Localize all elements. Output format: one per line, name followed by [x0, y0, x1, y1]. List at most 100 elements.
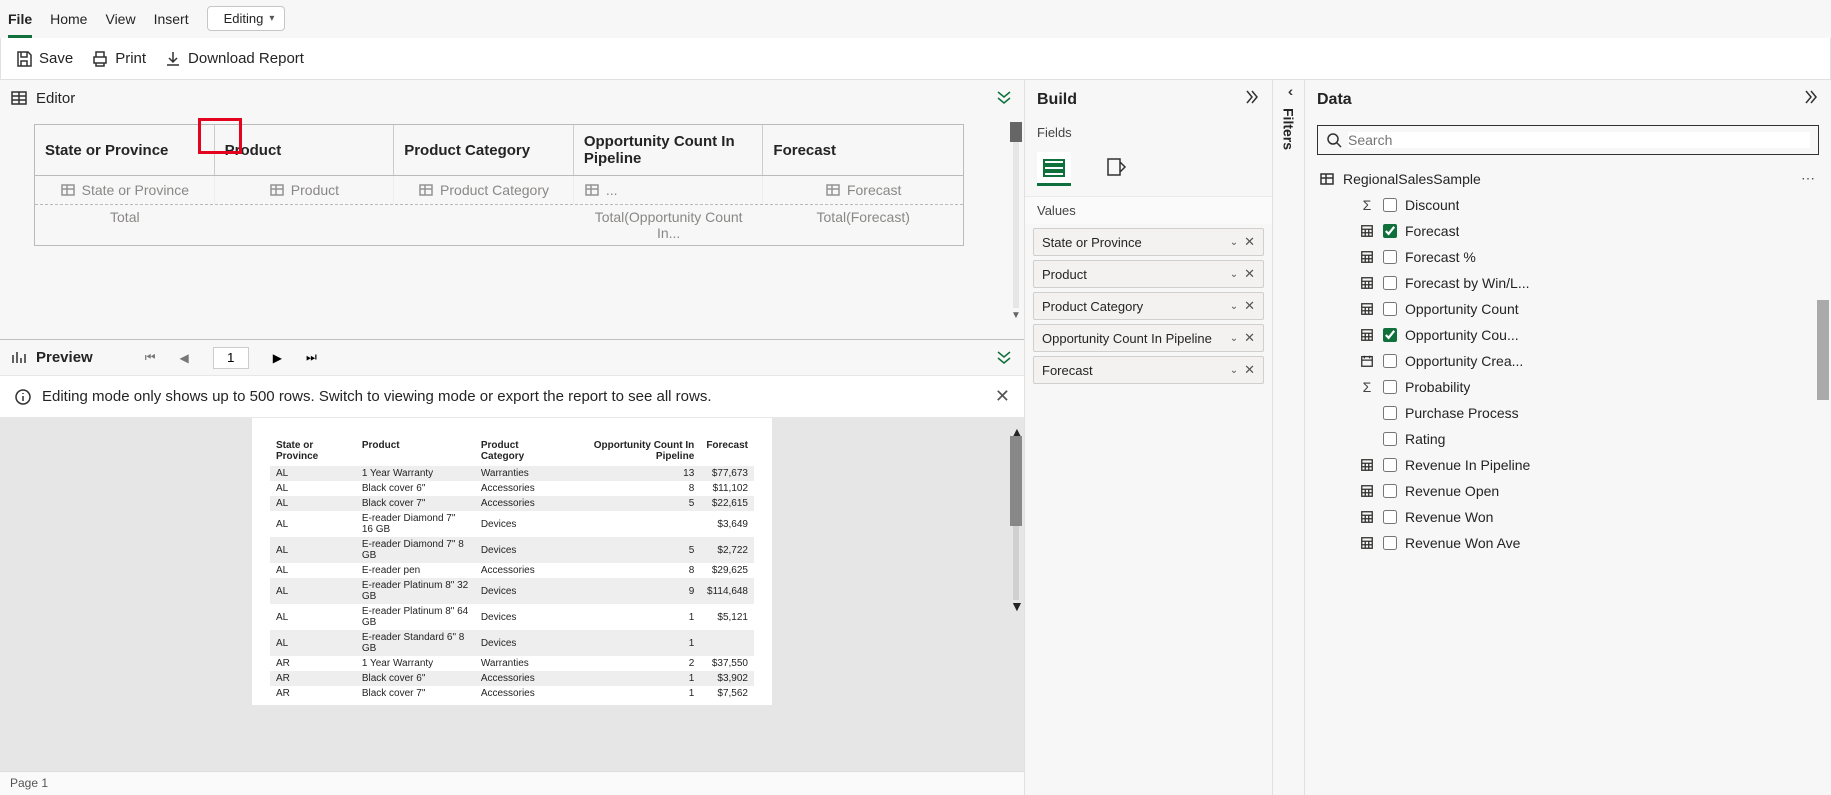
data-field-row[interactable]: Purchase Process	[1313, 400, 1823, 426]
field-label: Purchase Process	[1405, 405, 1519, 421]
search-input[interactable]	[1348, 132, 1810, 148]
field-checkbox[interactable]	[1383, 328, 1397, 342]
scroll-down-icon[interactable]: ▼	[1010, 598, 1024, 614]
preview-col-header: State or Province	[270, 436, 356, 466]
save-label: Save	[39, 50, 73, 67]
data-field-row[interactable]: Revenue In Pipeline	[1313, 452, 1823, 478]
field-checkbox[interactable]	[1383, 250, 1397, 264]
field-placeholder[interactable]: ...	[574, 176, 764, 204]
data-field-row[interactable]: Forecast by Win/L...	[1313, 270, 1823, 296]
remove-pill-button[interactable]: ✕	[1244, 298, 1255, 314]
tab-view[interactable]: View	[105, 0, 135, 38]
editor-scrollbar[interactable]: ▲ ▼	[1010, 122, 1022, 322]
field-placeholder[interactable]: Forecast	[763, 176, 963, 204]
data-field-row[interactable]: Forecast %	[1313, 244, 1823, 270]
tab-home[interactable]: Home	[50, 0, 87, 38]
field-checkbox[interactable]	[1383, 406, 1397, 420]
build-table-view-button[interactable]	[1037, 152, 1071, 186]
value-pill[interactable]: Product Category⌄✕	[1033, 292, 1264, 320]
field-checkbox[interactable]	[1383, 458, 1397, 472]
info-close-button[interactable]: ✕	[995, 386, 1010, 407]
chevron-down-icon[interactable]: ⌄	[1230, 333, 1238, 344]
chevron-down-icon[interactable]: ⌄	[1230, 301, 1238, 312]
tab-file[interactable]: File	[8, 0, 32, 38]
scroll-thumb[interactable]	[1010, 436, 1022, 526]
collapse-preview-button[interactable]	[994, 346, 1014, 369]
data-field-row[interactable]: ΣDiscount	[1313, 192, 1823, 218]
value-pill[interactable]: Forecast⌄✕	[1033, 356, 1264, 384]
col-header-state[interactable]: State or Province	[35, 125, 215, 175]
collapse-build-button[interactable]	[1242, 88, 1260, 111]
scroll-thumb[interactable]	[1010, 122, 1022, 142]
scroll-down-icon[interactable]: ▼	[1010, 310, 1022, 322]
field-checkbox[interactable]	[1383, 536, 1397, 550]
field-checkbox[interactable]	[1383, 432, 1397, 446]
value-pill[interactable]: Opportunity Count In Pipeline⌄✕	[1033, 324, 1264, 352]
col-header-product[interactable]: Product	[215, 125, 395, 175]
field-checkbox[interactable]	[1383, 484, 1397, 498]
data-field-row[interactable]: Revenue Open	[1313, 478, 1823, 504]
col-header-forecast[interactable]: Forecast	[763, 125, 963, 175]
remove-pill-button[interactable]: ✕	[1244, 266, 1255, 282]
data-scrollbar[interactable]	[1817, 150, 1829, 580]
dataset-more-button[interactable]: ⋯	[1801, 170, 1817, 187]
value-pill[interactable]: Product⌄✕	[1033, 260, 1264, 288]
data-field-row[interactable]: Rating	[1313, 426, 1823, 452]
pager-prev[interactable]: ◀	[180, 351, 189, 365]
field-checkbox[interactable]	[1383, 276, 1397, 290]
value-pill[interactable]: State or Province⌄✕	[1033, 228, 1264, 256]
calc-icon	[1359, 509, 1375, 525]
total-label: Total	[35, 205, 215, 245]
scroll-thumb[interactable]	[1817, 300, 1829, 400]
pager-page-input[interactable]	[213, 347, 249, 369]
pager-last[interactable]: ⏭	[306, 350, 317, 365]
field-label: Forecast	[1405, 223, 1459, 239]
data-field-row[interactable]: Opportunity Crea...	[1313, 348, 1823, 374]
data-field-row[interactable]: Opportunity Count	[1313, 296, 1823, 322]
preview-scrollbar[interactable]: ▲ ▼	[1010, 424, 1022, 614]
field-placeholder[interactable]: Product Category	[394, 176, 574, 204]
col-header-category[interactable]: Product Category	[394, 125, 574, 175]
field-checkbox[interactable]	[1383, 510, 1397, 524]
chevron-down-icon[interactable]: ⌄	[1230, 269, 1238, 280]
pager-first[interactable]: ⏮	[145, 350, 156, 365]
pager-next[interactable]: ▶	[273, 351, 282, 365]
field-checkbox[interactable]	[1383, 302, 1397, 316]
field-checkbox[interactable]	[1383, 354, 1397, 368]
data-field-row[interactable]: Revenue Won	[1313, 504, 1823, 530]
data-field-row[interactable]: Opportunity Cou...	[1313, 322, 1823, 348]
field-checkbox[interactable]	[1383, 198, 1397, 212]
chevron-down-icon[interactable]: ⌄	[1230, 237, 1238, 248]
data-field-row[interactable]: ΣProbability	[1313, 374, 1823, 400]
print-button[interactable]: Print	[91, 50, 146, 68]
data-panel: Data RegionalSalesSample ⋯ ΣDiscount Fore…	[1305, 80, 1831, 795]
field-placeholder[interactable]: State or Province	[35, 176, 215, 204]
collapse-data-button[interactable]	[1801, 88, 1819, 111]
remove-pill-button[interactable]: ✕	[1244, 362, 1255, 378]
download-report-button[interactable]: Download Report	[164, 50, 304, 68]
collapse-editor-button[interactable]	[994, 86, 1014, 110]
data-field-row[interactable]: Revenue Won Ave	[1313, 530, 1823, 556]
data-title: Data	[1317, 91, 1352, 109]
data-field-row[interactable]: Forecast	[1313, 218, 1823, 244]
filters-panel-collapsed[interactable]: ‹‹ Filters	[1273, 80, 1305, 795]
remove-pill-button[interactable]: ✕	[1244, 330, 1255, 346]
preview-row: ALE-reader Standard 6" 8 GBDevices1	[270, 630, 754, 656]
expand-filters-button[interactable]: ‹‹	[1288, 86, 1289, 96]
build-format-view-button[interactable]	[1099, 152, 1133, 186]
save-button[interactable]: Save	[15, 50, 73, 68]
col-header-oppcount[interactable]: Opportunity Count In Pipeline	[574, 125, 764, 175]
field-checkbox[interactable]	[1383, 380, 1397, 394]
field-checkbox[interactable]	[1383, 224, 1397, 238]
remove-pill-button[interactable]: ✕	[1244, 234, 1255, 250]
design-table[interactable]: State or Province Product Product Catego…	[34, 124, 964, 246]
field-placeholder[interactable]: Product	[215, 176, 395, 204]
dataset-row[interactable]: RegionalSalesSample ⋯	[1313, 165, 1823, 192]
editing-mode-button[interactable]: Editing ▾	[207, 6, 286, 31]
search-box[interactable]	[1317, 125, 1819, 155]
chevron-down-icon[interactable]: ⌄	[1230, 365, 1238, 376]
calc-icon	[1359, 223, 1375, 239]
field-label: Revenue Won	[1405, 509, 1493, 525]
tab-insert[interactable]: Insert	[154, 0, 189, 38]
calc-icon	[1359, 457, 1375, 473]
